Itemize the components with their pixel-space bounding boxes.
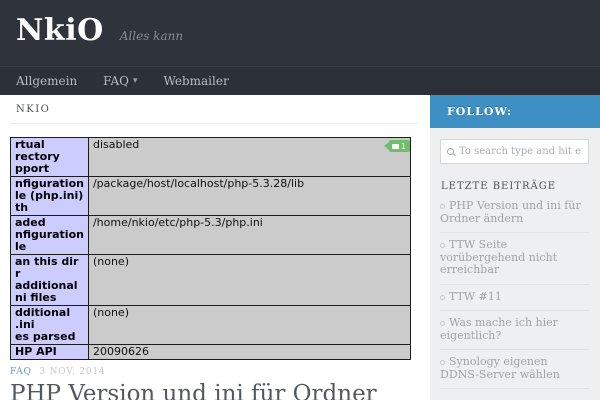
nav-item-allgemein[interactable]: Allgemein [16,74,77,88]
divider [10,123,418,124]
sidebar-post-link[interactable]: TTW Seite vorübergehend nicht erreichbar [440,233,589,285]
circle-bullet-icon [440,294,445,300]
table-row: an this dir r additional ni files (none) [10,254,412,306]
circle-bullet-icon [440,243,445,248]
nav-item-webmailer[interactable]: Webmailer [164,74,229,88]
table-row: aded nfiguration le /home/nkio/etc/php-5… [10,215,412,255]
table-row: rtual rectory pport disabled [10,137,412,177]
phpinfo-label-cell: an this dir r additional ni files [10,254,89,306]
comment-count-badge[interactable]: 1 [383,140,410,152]
nav-item-faq[interactable]: FAQ ▾ [103,74,137,88]
post-category-link[interactable]: FAQ [10,367,32,377]
sidebar-post-link[interactable]: PHP Version und ini für Ordner ändern [440,194,589,233]
post-meta: FAQ 3 NOV. 2014 [10,367,430,377]
post-link-label: PHP Version und ini für Ordner ändern [440,199,581,225]
phpinfo-label-cell: dditional .ini es parsed [10,305,89,345]
nav-label: FAQ [103,74,129,88]
phpinfo-label-cell: rtual rectory pport [10,137,89,177]
sidebar-post-link[interactable]: Synology eigenen DDNS-Server wählen [440,350,589,389]
post-link-label: Was mache ich hier eigentlich? [440,316,558,342]
chevron-down-icon: ▾ [132,76,138,86]
phpinfo-label-cell: nfiguration le (php.ini) th [10,176,89,216]
circle-bullet-icon [440,321,445,326]
comment-bubble-icon [391,143,399,149]
table-row: nfiguration le (php.ini) th /package/hos… [10,176,412,216]
site-logo[interactable]: NkiO [16,14,104,48]
table-row: dditional .ini es parsed (none) [10,305,412,345]
site-tagline: Alles kann [119,29,184,43]
phpinfo-value-cell: /package/host/localhost/php-5.3.28/lib [87,176,412,216]
phpinfo-value-cell: /home/nkio/etc/php-5.3/php.ini [87,215,412,255]
comment-count: 1 [400,141,406,151]
phpinfo-screenshot: rtual rectory pport disabled nfiguration… [10,137,412,360]
post-date: 3 NOV. 2014 [39,367,106,377]
search-icon [447,148,454,155]
site-header: NkiO Alles kann [0,0,600,66]
follow-label: FOLLOW: [447,105,513,118]
follow-header: FOLLOW: [430,95,600,128]
phpinfo-table: rtual rectory pport disabled nfiguration… [10,137,412,360]
sidebar-post-link[interactable]: Was mache ich hier eigentlich? [440,311,589,350]
phpinfo-value-cell: 20090626 [87,344,412,360]
post-link-label: Synology eigenen DDNS-Server wählen [440,355,560,381]
nav-label: Webmailer [163,74,229,88]
post-link-label: TTW #11 [449,289,502,303]
circle-bullet-icon [440,204,445,209]
recent-posts-heading: LETZTE BEITRÄGE [441,181,557,192]
search-box [440,139,589,164]
page: NkiO Alles kann Allgemein FAQ ▾ Webmaile… [0,0,600,400]
phpinfo-label-cell: aded nfiguration le [10,215,89,255]
table-row: HP API 20090626 [10,344,412,360]
phpinfo-value-cell: (none) [87,305,412,345]
nav-label: Allgemein [16,74,78,88]
main-column: NKIO rtual rectory pport disabled nfigur… [0,95,430,400]
search-input[interactable] [459,146,582,157]
main-nav: Allgemein FAQ ▾ Webmailer [0,66,600,95]
sidebar-post-link[interactable]: TTW #11 [440,285,589,311]
recent-posts-list: PHP Version und ini für Ordner ändern TT… [440,194,589,389]
phpinfo-label-cell: HP API [10,344,89,360]
phpinfo-value-cell: disabled [87,137,412,177]
post-link-label: TTW Seite vorübergehend nicht erreichbar [440,238,558,276]
phpinfo-value-cell: (none) [87,254,412,306]
post-title[interactable]: PHP Version und ini für Ordner ändern [10,380,414,400]
circle-bullet-icon [440,360,445,365]
breadcrumb[interactable]: NKIO [16,104,430,115]
sidebar: FOLLOW: LETZTE BEITRÄGE PHP Version und … [430,95,600,400]
